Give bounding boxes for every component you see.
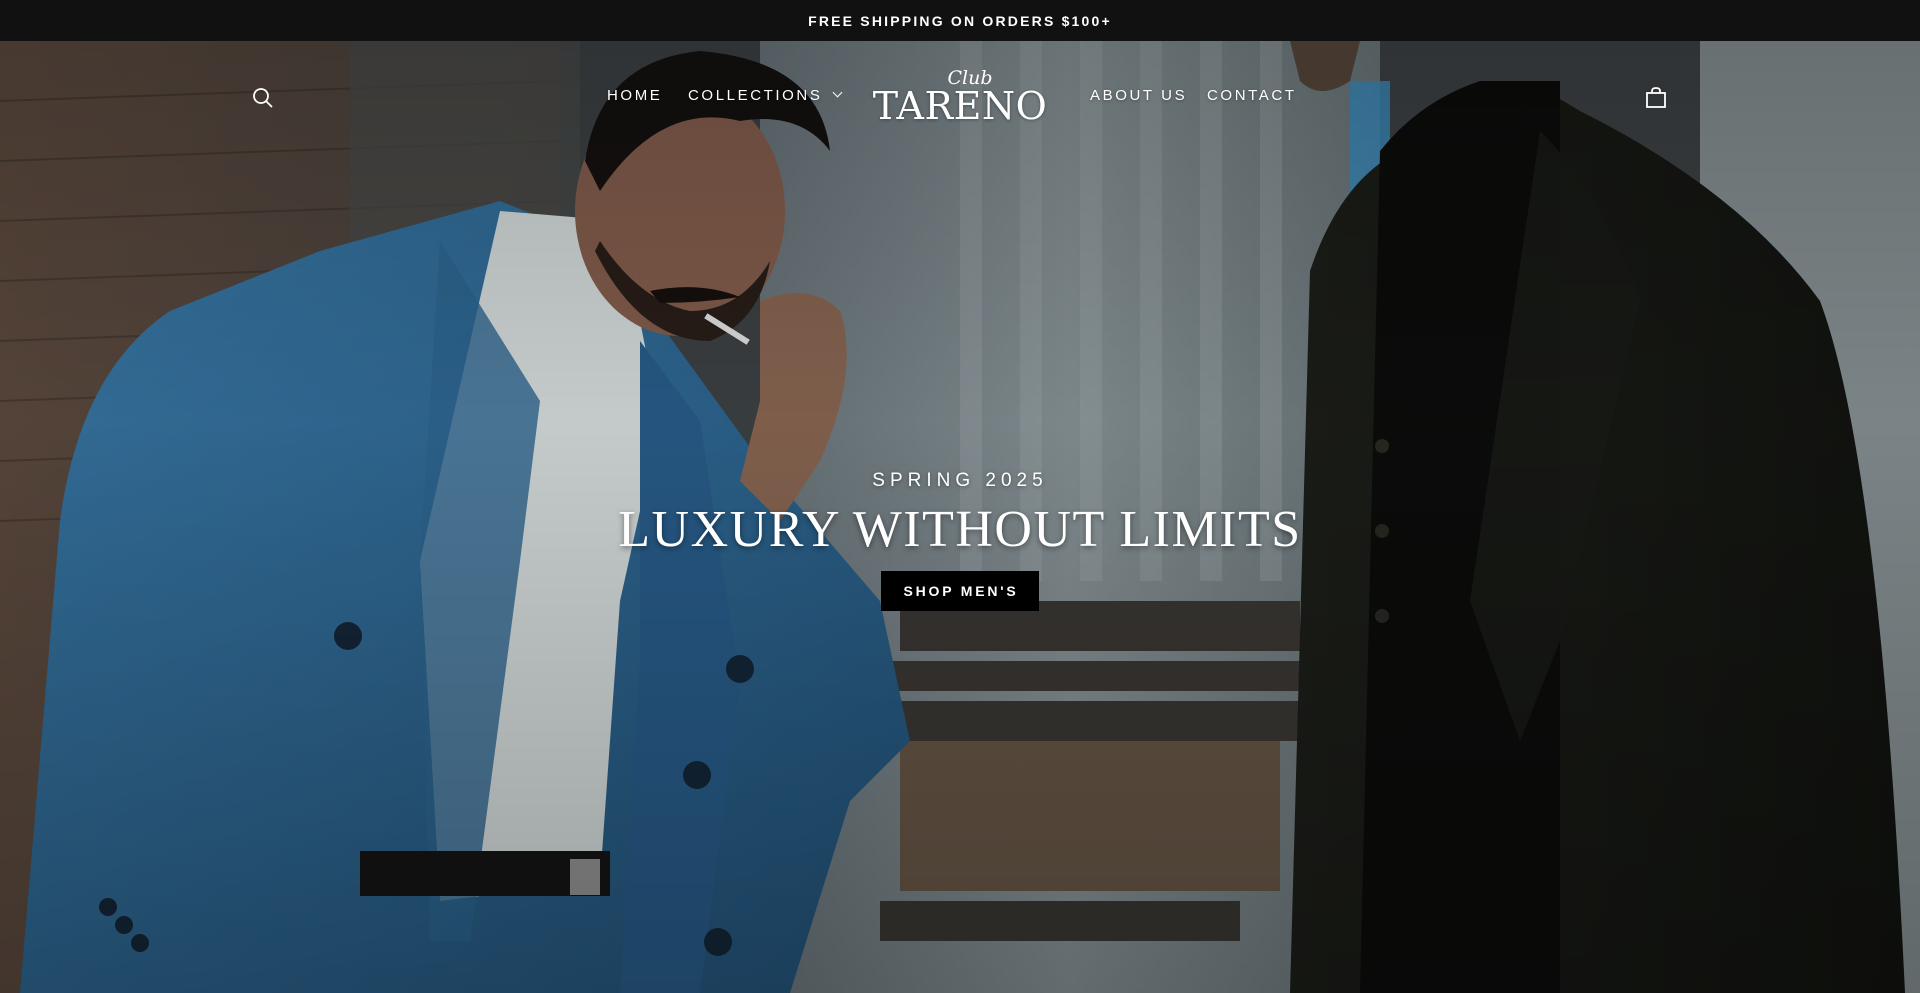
nav-home[interactable]: HOME <box>607 87 662 104</box>
nav-contact-label: CONTACT <box>1207 87 1297 104</box>
search-icon <box>253 88 273 108</box>
cart-button[interactable] <box>1640 82 1672 114</box>
hero-headline: LUXURY WITHOUT LIMITS <box>618 501 1302 558</box>
announcement-bar: FREE SHIPPING ON ORDERS $100+ <box>0 0 1920 41</box>
hero-eyebrow: SPRING 2025 <box>872 470 1048 491</box>
logo-wordmark: TARENO <box>872 84 1048 128</box>
nav-collections-label: COLLECTIONS <box>688 87 823 104</box>
site-header: HOME COLLECTIONS Club TARENO ABOUT US CO… <box>0 41 1920 153</box>
hero-content: SPRING 2025 LUXURY WITHOUT LIMITS SHOP M… <box>0 470 1920 611</box>
nav-about-us[interactable]: ABOUT US <box>1090 87 1187 104</box>
nav-home-label: HOME <box>607 87 663 104</box>
shop-mens-button[interactable]: SHOP MEN'S <box>881 571 1039 611</box>
nav-collections[interactable]: COLLECTIONS <box>688 87 843 104</box>
site-logo[interactable]: Club TARENO <box>870 67 1050 128</box>
nav-contact[interactable]: CONTACT <box>1207 87 1297 104</box>
announcement-text: FREE SHIPPING ON ORDERS $100+ <box>808 12 1112 29</box>
nav-about-label: ABOUT US <box>1090 87 1188 104</box>
shopping-bag-icon <box>1646 87 1666 108</box>
search-button[interactable] <box>248 83 278 113</box>
chevron-down-icon <box>833 87 843 98</box>
